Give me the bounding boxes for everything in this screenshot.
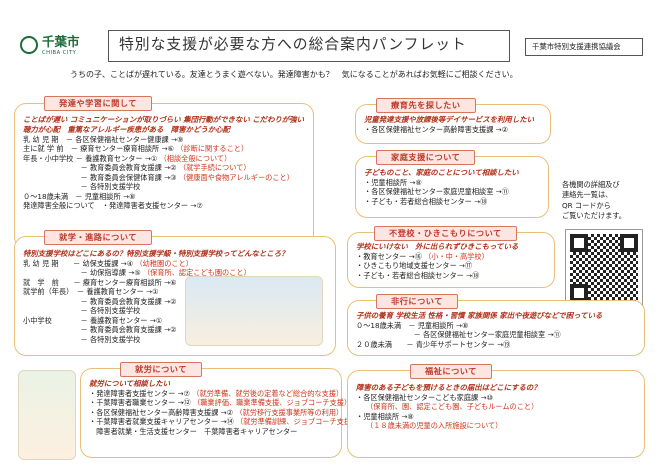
dev-lead-2: 聴力が心配 重篤なアレルギー疾患がある 障害かどうか心配 bbox=[23, 124, 230, 134]
welfare-tag: 福祉について bbox=[410, 364, 492, 379]
school-lead: 特別支援学校はどこにあるの？特別支援学級・特別支援学校ってどんなところ？ bbox=[23, 249, 289, 258]
absent-lead: 学校にいけない 外に出られずひきこもっている bbox=[356, 242, 519, 251]
page-title: 特別な支援が必要な方への総合案内パンフレット bbox=[108, 30, 510, 62]
welfare-lead: 障害のある子どもを預けるときの届出はどこにするの？ bbox=[356, 383, 541, 392]
dev-row-4: － 教育委員会教育支援課 →② （就学手続について） bbox=[23, 163, 251, 173]
delinq-lead: 子供の養育 学校生活 性格・習慣 家族関係 家出や夜遊びなどで困っている bbox=[356, 311, 603, 320]
organization-label: 千葉市特別支援連携協議会 bbox=[525, 38, 643, 56]
family-tag: 家庭支援について bbox=[376, 150, 476, 165]
card-work: 就労について相談したい ・発達障害者支援センター →⑦ （就労準備、就労後の定着… bbox=[80, 368, 358, 458]
absent-tag: 不登校・ひきこもりについて bbox=[374, 226, 517, 241]
city-emblem-icon bbox=[20, 36, 38, 54]
illustration-work bbox=[18, 370, 76, 460]
city-roman: CHIBA CITY bbox=[42, 50, 77, 56]
rehab-tag: 療育先を探したい bbox=[376, 98, 476, 113]
work-tag: 就労について bbox=[120, 362, 202, 377]
dev-row-2: 主に就 学 前 － 療育センター療育相談所 →⑥ （診断に関すること） bbox=[23, 144, 249, 154]
dev-row-3: 年長・小中学校 － 養護教育センター →① （相談全般について） bbox=[23, 153, 232, 163]
dev-row-1: 乳 幼 児 期 － 各区保健福祉センター健康課 →⑨ bbox=[23, 134, 184, 144]
family-lead: 子どものこと、家庭のことについて相談したい bbox=[364, 168, 519, 177]
dev-tag: 発達や学習に関して bbox=[44, 96, 152, 111]
dev-row-8: 発達障害全般について ・発達障害者支援センター →⑦ bbox=[23, 201, 203, 211]
dev-lead-1: ことばが遅い コミュニケーションが取りづらい 集団行動ができない こだわりが強い bbox=[23, 115, 305, 124]
qr-info: 各機関の詳細及び 連絡先一覧は、 QR コードから ご覧いただけます。 bbox=[562, 180, 626, 221]
dev-row-5: － 教育委員会保健体育課 →③ （健康面や食物アレルギーのこと） bbox=[23, 172, 294, 182]
city-logo: 千葉市 CHIBA CITY bbox=[20, 34, 100, 62]
city-name: 千葉市 bbox=[42, 34, 80, 49]
rehab-lead: 児童発達支援や放課後等デイサービスを利用したい bbox=[364, 115, 534, 124]
card-welfare: 障害のある子どもを預けるときの届出はどこにするの？ ・各区保健福祉センターこども… bbox=[347, 370, 645, 458]
illustration-children bbox=[185, 276, 323, 346]
school-tag: 就学・進路について bbox=[44, 230, 152, 245]
card-family: 子どものこと、家庭のことについて相談したい ・児童相談所 →⑧ ・各区保健福祉セ… bbox=[355, 156, 549, 218]
delinq-tag: 非行について bbox=[376, 294, 458, 309]
intro-text: うちの子、ことばが遅れている。友達とうまく遊べない。発達障害かも？ 気になること… bbox=[70, 70, 518, 79]
work-lead: 就労について相談したい bbox=[89, 379, 171, 388]
dev-row-7: ０～18歳未満 － 児童相談所 →⑧ bbox=[23, 191, 136, 201]
qr-code[interactable] bbox=[565, 229, 643, 307]
dev-row-6: － 各特別支援学校 bbox=[23, 182, 141, 192]
card-development: ことばが遅い コミュニケーションが取りづらい 集団行動ができない こだわりが強い… bbox=[14, 103, 314, 249]
